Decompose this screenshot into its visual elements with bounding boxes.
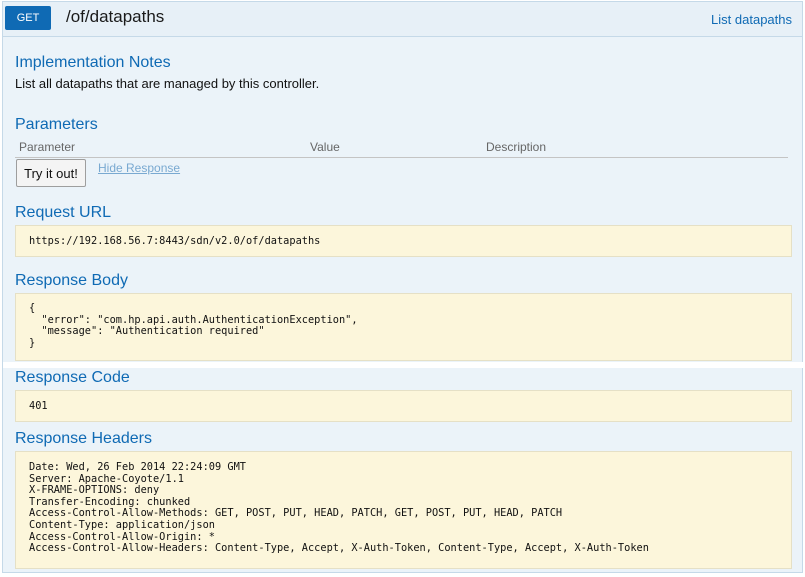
request-url-heading: Request URL: [15, 204, 112, 221]
response-body-block: { "error": "com.hp.api.auth.Authenticati…: [15, 293, 792, 361]
response-code-value: 401: [29, 400, 48, 412]
operation-panel: GET /of/datapaths List datapaths Impleme…: [2, 1, 804, 573]
response-body-line: {: [29, 302, 36, 314]
hide-response-link[interactable]: Hide Response: [98, 161, 180, 175]
column-value: Value: [310, 140, 340, 154]
http-method-badge[interactable]: GET: [5, 6, 51, 30]
try-it-out-button[interactable]: Try it out!: [16, 159, 86, 187]
parameters-table-header: Parameter Value Description: [15, 138, 788, 158]
response-code-heading: Response Code: [15, 369, 130, 386]
column-parameter: Parameter: [19, 140, 76, 154]
response-header-line: Access-Control-Allow-Headers: Content-Ty…: [29, 542, 649, 555]
parameters-heading: Parameters: [15, 116, 98, 133]
response-body-line: "message": "Authentication required": [29, 325, 265, 338]
response-code-block: 401: [15, 390, 792, 422]
operation-header[interactable]: GET /of/datapaths List datapaths: [3, 2, 802, 37]
response-headers-block: Date: Wed, 26 Feb 2014 22:24:09 GMT Serv…: [15, 451, 792, 569]
response-header-line: Date: Wed, 26 Feb 2014 22:24:09 GMT: [29, 461, 246, 473]
implementation-notes-heading: Implementation Notes: [15, 54, 171, 71]
request-url-value: https://192.168.56.7:8443/sdn/v2.0/of/da…: [29, 235, 321, 247]
request-url-block: https://192.168.56.7:8443/sdn/v2.0/of/da…: [15, 225, 792, 257]
list-datapaths-link[interactable]: List datapaths: [711, 12, 792, 27]
implementation-notes-text: List all datapaths that are managed by t…: [15, 76, 320, 91]
response-headers-heading: Response Headers: [15, 430, 152, 447]
response-body-heading: Response Body: [15, 272, 128, 289]
endpoint-path[interactable]: /of/datapaths: [66, 7, 164, 27]
column-description: Description: [486, 140, 547, 154]
response-header-line: Content-Type: application/json: [29, 518, 215, 531]
section-gap: [3, 362, 804, 368]
response-body-line: }: [29, 336, 36, 349]
